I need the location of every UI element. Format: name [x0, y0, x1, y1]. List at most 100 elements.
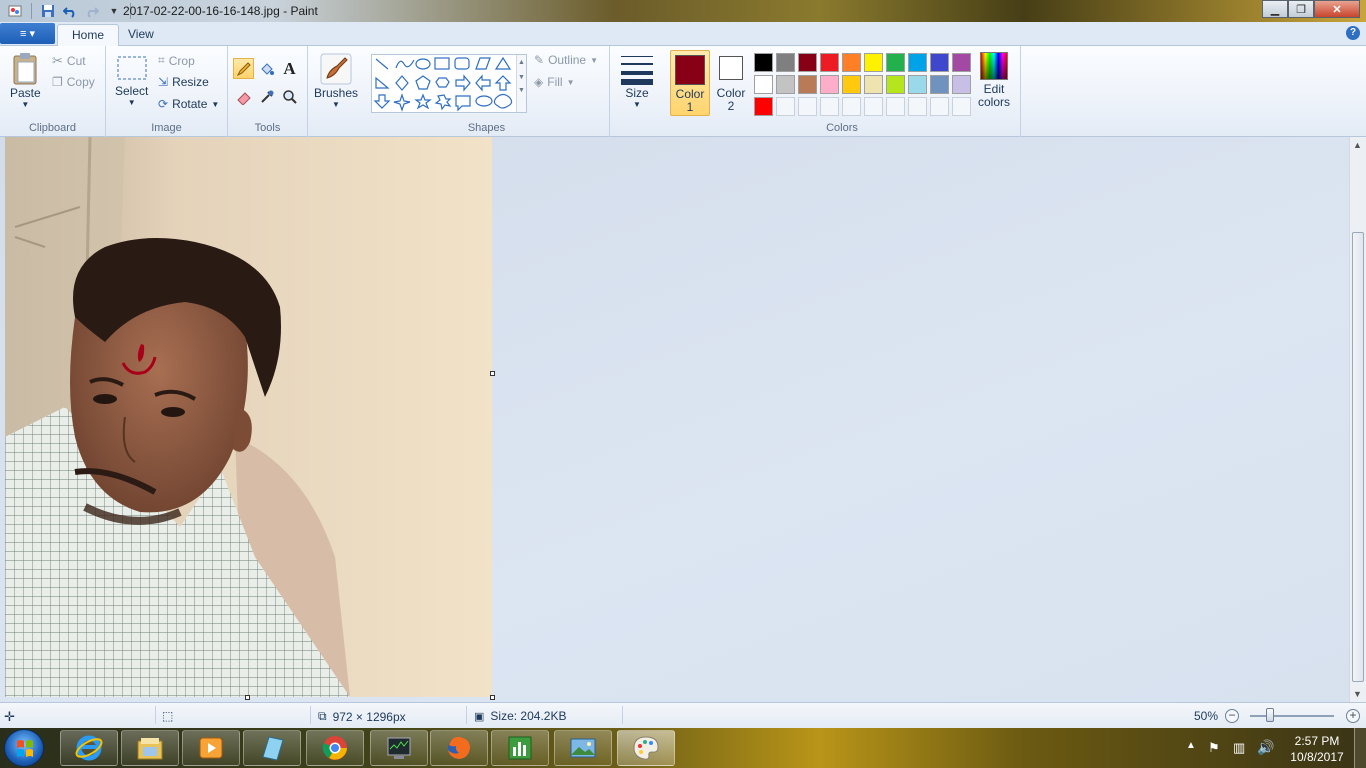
palette-color-swatch[interactable] — [798, 53, 817, 72]
tab-view[interactable]: View — [114, 24, 168, 46]
redo-icon[interactable] — [83, 2, 101, 20]
copy-button[interactable]: ❐ Copy — [52, 75, 95, 89]
paste-button[interactable]: Paste ▼ — [10, 52, 41, 109]
edit-colors-button[interactable]: Edit colors — [976, 52, 1012, 109]
palette-color-swatch[interactable] — [908, 75, 927, 94]
palette-empty-swatch[interactable] — [820, 97, 839, 116]
taskbar-notepad[interactable] — [243, 730, 301, 766]
palette-color-swatch[interactable] — [930, 75, 949, 94]
palette-empty-swatch[interactable] — [908, 97, 927, 116]
scroll-up-icon[interactable]: ▲ — [1353, 140, 1362, 150]
paste-dropdown-icon[interactable]: ▼ — [21, 100, 29, 109]
maximize-button[interactable]: ❐ — [1288, 0, 1314, 18]
palette-empty-swatch[interactable] — [864, 97, 883, 116]
tab-home[interactable]: Home — [57, 24, 120, 46]
magnifier-tool[interactable] — [279, 86, 300, 107]
fill-button[interactable]: ◈ Fill ▼ — [534, 75, 574, 89]
palette-color-swatch[interactable] — [776, 53, 795, 72]
canvas-image[interactable] — [5, 137, 492, 697]
palette-color-swatch[interactable] — [798, 75, 817, 94]
scroll-down-icon[interactable]: ▼ — [1353, 689, 1362, 699]
palette-color-swatch[interactable] — [820, 53, 839, 72]
taskbar-file-explorer[interactable] — [121, 730, 179, 766]
palette-color-swatch[interactable] — [820, 75, 839, 94]
brushes-button[interactable]: Brushes ▼ — [314, 52, 358, 109]
palette-color-swatch[interactable] — [776, 75, 795, 94]
close-button[interactable]: ✕ — [1314, 0, 1360, 18]
show-hidden-icons-icon[interactable]: ▲ — [1186, 740, 1196, 751]
palette-color-swatch[interactable] — [908, 53, 927, 72]
color-picker-tool[interactable] — [256, 86, 277, 107]
palette-empty-swatch[interactable] — [798, 97, 817, 116]
palette-empty-swatch[interactable] — [886, 97, 905, 116]
taskbar-chart-app[interactable] — [491, 730, 549, 766]
palette-color-swatch[interactable] — [842, 75, 861, 94]
palette-color-swatch[interactable] — [864, 75, 883, 94]
undo-icon[interactable] — [61, 2, 79, 20]
select-button[interactable]: Select ▼ — [115, 54, 148, 107]
minimize-button[interactable]: ▁ — [1262, 0, 1288, 18]
resize-handle-right[interactable] — [490, 371, 495, 376]
palette-empty-swatch[interactable] — [930, 97, 949, 116]
help-icon[interactable]: ? — [1346, 26, 1360, 40]
size-dropdown-icon[interactable]: ▼ — [633, 100, 641, 109]
fill-tool[interactable] — [256, 58, 277, 79]
taskbar-task-manager[interactable] — [370, 730, 428, 766]
taskbar-clock[interactable]: 2:57 PM 10/8/2017 — [1284, 733, 1350, 765]
zoom-slider-thumb[interactable] — [1266, 708, 1274, 722]
shapes-scroll-down-icon[interactable]: ▼ — [517, 74, 526, 81]
qat-customize-icon[interactable]: ▼ — [105, 2, 123, 20]
shapes-scroll[interactable]: ▲ ▼ ▼ — [516, 55, 526, 112]
zoom-slider-track[interactable] — [1250, 715, 1334, 717]
rotate-dropdown-icon[interactable]: ▼ — [211, 100, 219, 109]
outline-button[interactable]: ✎ Outline ▼ — [534, 53, 598, 67]
taskbar-photo-viewer[interactable] — [554, 730, 612, 766]
resize-handle-corner[interactable] — [490, 695, 495, 700]
palette-empty-swatch[interactable] — [776, 97, 795, 116]
zoom-out-button[interactable]: − — [1225, 709, 1239, 723]
network-icon[interactable]: ▥ — [1233, 740, 1245, 756]
palette-color-swatch[interactable] — [754, 97, 773, 116]
show-desktop-button[interactable] — [1354, 728, 1366, 768]
action-center-flag-icon[interactable]: ⚑ — [1208, 740, 1220, 756]
rotate-button[interactable]: ⟳ Rotate ▼ — [158, 97, 219, 111]
resize-button[interactable]: ⇲ Resize — [158, 75, 209, 89]
eraser-tool[interactable] — [233, 86, 254, 107]
palette-color-swatch[interactable] — [930, 53, 949, 72]
taskbar-chrome[interactable] — [306, 730, 364, 766]
pencil-tool[interactable] — [233, 58, 254, 79]
palette-color-swatch[interactable] — [952, 53, 971, 72]
taskbar-media-player[interactable] — [182, 730, 240, 766]
scroll-thumb[interactable] — [1352, 232, 1364, 682]
resize-handle-bottom[interactable] — [245, 695, 250, 700]
taskbar-internet-explorer[interactable] — [60, 730, 118, 766]
taskbar-firefox[interactable] — [430, 730, 488, 766]
brushes-dropdown-icon[interactable]: ▼ — [332, 100, 340, 109]
palette-color-swatch[interactable] — [952, 75, 971, 94]
size-button[interactable]: Size ▼ — [620, 52, 654, 109]
vertical-scrollbar[interactable]: ▲ ▼ — [1349, 137, 1366, 702]
palette-color-swatch[interactable] — [886, 53, 905, 72]
shapes-more-icon[interactable]: ▼ — [517, 87, 526, 94]
save-icon[interactable] — [39, 2, 57, 20]
volume-icon[interactable]: 🔊 — [1257, 739, 1274, 756]
text-tool[interactable]: A — [279, 58, 300, 79]
select-dropdown-icon[interactable]: ▼ — [128, 98, 136, 107]
cut-button[interactable]: ✂ Cut — [52, 53, 86, 69]
zoom-in-button[interactable]: + — [1346, 709, 1360, 723]
palette-color-swatch[interactable] — [864, 53, 883, 72]
shapes-scroll-up-icon[interactable]: ▲ — [517, 59, 526, 66]
palette-color-swatch[interactable] — [754, 75, 773, 94]
file-menu-button[interactable]: ≡ ▾ — [0, 23, 55, 44]
palette-color-swatch[interactable] — [754, 53, 773, 72]
color2-button[interactable]: Color 2 — [713, 50, 749, 116]
canvas-workspace[interactable] — [0, 137, 1349, 702]
palette-empty-swatch[interactable] — [842, 97, 861, 116]
palette-color-swatch[interactable] — [886, 75, 905, 94]
start-button[interactable] — [4, 729, 44, 767]
crop-button[interactable]: ⌗ Crop — [158, 53, 195, 68]
color1-button[interactable]: Color 1 — [670, 50, 710, 116]
palette-empty-swatch[interactable] — [952, 97, 971, 116]
taskbar-paint[interactable] — [617, 730, 675, 766]
paint-app-icon[interactable] — [6, 2, 24, 20]
